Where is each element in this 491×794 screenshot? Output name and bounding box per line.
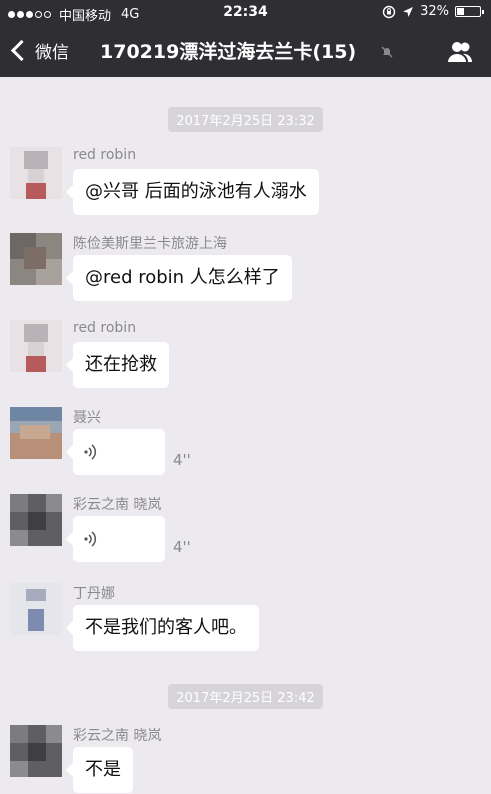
- battery-icon: [455, 6, 484, 17]
- avatar[interactable]: [10, 583, 62, 635]
- chat-area[interactable]: 2017年2月25日 23:32 red robin @兴哥 后面的泳池有人溺水…: [0, 77, 491, 794]
- timestamp: 2017年2月25日 23:32: [0, 107, 491, 132]
- voice-wave-icon: [84, 444, 97, 460]
- avatar[interactable]: [10, 407, 62, 459]
- voice-message[interactable]: [66, 429, 165, 475]
- orientation-lock-icon: [382, 5, 396, 18]
- avatar[interactable]: [10, 233, 62, 285]
- sender-name: 彩云之南 晓岚: [73, 497, 162, 513]
- message-bubble[interactable]: 还在抢救: [66, 342, 169, 388]
- message-bubble[interactable]: 不是我们的客人吧。: [66, 605, 259, 651]
- sender-name: 彩云之南 晓岚: [73, 728, 162, 744]
- nav-bar: 微信 170219漂洋过海去兰卡(15): [0, 26, 491, 77]
- message-bubble[interactable]: 不是: [66, 747, 133, 793]
- chevron-left-icon: [10, 39, 33, 62]
- sender-name: red robin: [73, 147, 137, 163]
- message-bubble[interactable]: @兴哥 后面的泳池有人溺水: [66, 169, 319, 215]
- voice-message[interactable]: [66, 516, 165, 562]
- status-bar: 中国移动 4G 22:34 32%: [0, 0, 491, 26]
- status-right: 32%: [382, 4, 484, 19]
- location-icon: [403, 6, 414, 17]
- mute-icon: [381, 46, 393, 58]
- group-members-icon[interactable]: [447, 41, 473, 63]
- avatar[interactable]: [10, 147, 62, 199]
- voice-wave-icon: [84, 531, 97, 547]
- battery-percent: 32%: [420, 4, 449, 19]
- message-bubble[interactable]: @red robin 人怎么样了: [66, 255, 292, 301]
- back-button[interactable]: 微信: [10, 38, 69, 63]
- voice-duration: 4'': [173, 538, 191, 556]
- sender-name: 丁丹娜: [73, 586, 115, 602]
- chat-title: 170219漂洋过海去兰卡(15): [100, 41, 357, 63]
- sender-name: 陈俭美斯里兰卡旅游上海: [73, 236, 227, 252]
- avatar[interactable]: [10, 725, 62, 777]
- sender-name: 聂兴: [73, 410, 101, 426]
- back-label: 微信: [35, 43, 69, 63]
- avatar[interactable]: [10, 320, 62, 372]
- voice-duration: 4'': [173, 451, 191, 469]
- avatar[interactable]: [10, 494, 62, 546]
- sender-name: red robin: [73, 320, 137, 336]
- timestamp: 2017年2月25日 23:42: [0, 684, 491, 709]
